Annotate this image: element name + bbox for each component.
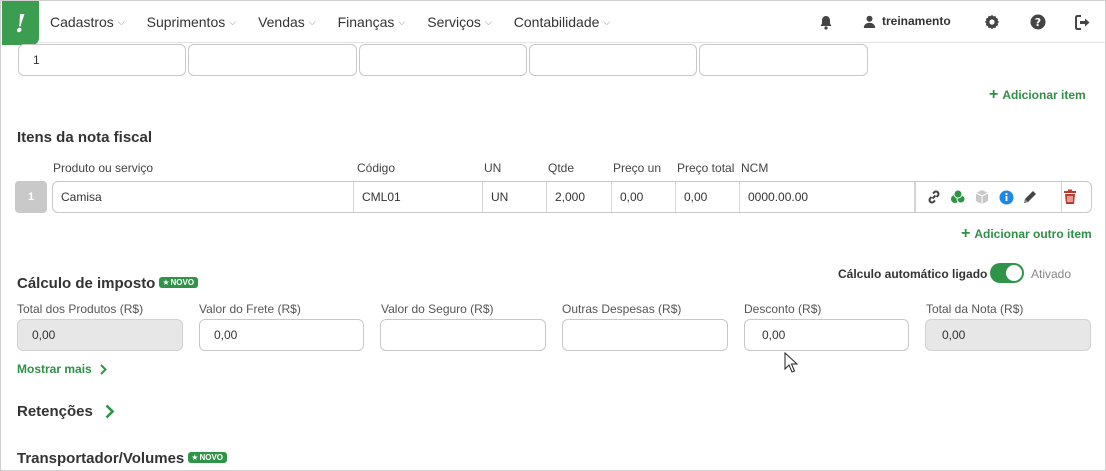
valor-frete-field[interactable]: 0,00 bbox=[199, 319, 364, 351]
auto-calc-toggle[interactable] bbox=[990, 263, 1024, 283]
label-valor-seguro: Valor do Seguro (R$) bbox=[381, 302, 494, 316]
link-icon[interactable] bbox=[925, 188, 943, 206]
user-icon bbox=[863, 15, 876, 28]
menu-contabilidade[interactable]: Contabilidade ⌵ bbox=[514, 14, 610, 30]
chevron-down-icon: ⌵ bbox=[398, 16, 406, 27]
menu-servicos[interactable]: Serviços ⌵ bbox=[427, 14, 492, 30]
svg-text:?: ? bbox=[1035, 16, 1041, 29]
cell-qtde[interactable]: 2,000 bbox=[547, 182, 612, 212]
top-field-4[interactable] bbox=[529, 44, 697, 76]
new-badge: ★ NOVO bbox=[188, 451, 227, 463]
label-desconto: Desconto (R$) bbox=[744, 302, 822, 316]
items-section-title: Itens da nota fiscal bbox=[17, 129, 153, 146]
mouse-cursor-icon bbox=[784, 351, 799, 376]
cell-preco-un[interactable]: 0,00 bbox=[612, 182, 676, 212]
label-valor-frete: Valor do Frete (R$) bbox=[199, 302, 301, 316]
add-other-item-button[interactable]: + Adicionar outro item bbox=[961, 226, 1092, 242]
coins-icon[interactable] bbox=[949, 188, 967, 206]
main-menu: Cadastros ⌵ Suprimentos ⌵ Vendas ⌵ Finanças… bbox=[50, 1, 632, 43]
trash-icon[interactable] bbox=[1061, 188, 1079, 206]
retencoes-section-header[interactable]: Retenções bbox=[17, 403, 114, 420]
top-navbar: ! Cadastros ⌵ Suprimentos ⌵ Vendas ⌵ Finanç… bbox=[1, 1, 1105, 45]
new-badge: ★ NOVO bbox=[159, 276, 199, 288]
user-menu[interactable]: treinamento bbox=[863, 14, 951, 28]
label-total-nota: Total da Nota (R$) bbox=[926, 302, 1024, 316]
top-field-5[interactable] bbox=[699, 44, 868, 76]
star-icon: ★ bbox=[191, 452, 199, 462]
top-field-2[interactable] bbox=[188, 44, 357, 76]
top-field-1[interactable]: 1 bbox=[18, 44, 186, 76]
plus-icon: + bbox=[961, 225, 971, 242]
tax-section-title: Cálculo de imposto ★ NOVO bbox=[17, 275, 199, 292]
table-row: Camisa CML01 UN 2,000 0,00 0,00 0000.00.… bbox=[52, 181, 1092, 213]
menu-vendas[interactable]: Vendas ⌵ bbox=[258, 14, 316, 30]
chevron-down-icon: ⌵ bbox=[308, 16, 316, 27]
col-preco-total: Preço total bbox=[677, 161, 735, 175]
cell-preco-total[interactable]: 0,00 bbox=[676, 182, 740, 212]
total-produtos-field: 0,00 bbox=[17, 319, 183, 351]
chevron-right-icon bbox=[105, 404, 114, 419]
menu-cadastros[interactable]: Cadastros ⌵ bbox=[50, 14, 125, 30]
star-icon: ★ bbox=[162, 277, 170, 287]
chevron-down-icon: ⌵ bbox=[484, 16, 492, 27]
label-outras-despesas: Outras Despesas (R$) bbox=[562, 302, 682, 316]
transportador-section-title: Transportador/Volumes ★ NOVO bbox=[17, 450, 227, 467]
help-icon[interactable]: ? bbox=[1029, 13, 1047, 31]
add-item-button[interactable]: + Adicionar item bbox=[989, 87, 1086, 103]
item-number-badge: 1 bbox=[15, 181, 47, 213]
top-field-3[interactable] bbox=[359, 44, 527, 76]
col-produto: Produto ou serviço bbox=[53, 161, 154, 175]
info-icon[interactable] bbox=[997, 188, 1015, 206]
chevron-right-icon bbox=[99, 363, 107, 375]
col-preco-un: Preço un bbox=[613, 161, 662, 175]
label-total-produtos: Total dos Produtos (R$) bbox=[17, 302, 144, 316]
desconto-field[interactable]: 0,00 bbox=[744, 319, 909, 351]
menu-suprimentos[interactable]: Suprimentos ⌵ bbox=[147, 14, 236, 30]
cell-produto[interactable]: Camisa bbox=[53, 182, 354, 212]
chevron-down-icon: ⌵ bbox=[117, 16, 125, 27]
bell-icon[interactable] bbox=[817, 13, 835, 31]
col-ncm: NCM bbox=[741, 161, 769, 175]
row-actions-divider bbox=[915, 182, 916, 212]
toggle-state-label: Ativado bbox=[1031, 267, 1072, 281]
box-icon[interactable] bbox=[973, 188, 991, 206]
chevron-down-icon: ⌵ bbox=[229, 16, 237, 27]
outras-despesas-field[interactable] bbox=[562, 319, 728, 351]
cell-un[interactable]: UN bbox=[483, 182, 547, 212]
valor-seguro-field[interactable] bbox=[380, 319, 546, 351]
username: treinamento bbox=[882, 14, 951, 28]
col-qtde: Qtde bbox=[548, 161, 575, 175]
auto-calc-label: Cálculo automático ligado bbox=[838, 267, 988, 281]
total-nota-field: 0,00 bbox=[925, 319, 1091, 351]
chevron-down-icon: ⌵ bbox=[603, 16, 611, 27]
menu-financas[interactable]: Finanças ⌵ bbox=[338, 14, 406, 30]
gear-icon[interactable] bbox=[983, 13, 1001, 31]
col-codigo: Código bbox=[357, 161, 396, 175]
cell-codigo[interactable]: CML01 bbox=[354, 182, 483, 212]
cell-ncm[interactable]: 0000.00.00 bbox=[740, 182, 915, 212]
col-un: UN bbox=[484, 161, 502, 175]
logout-icon[interactable] bbox=[1074, 13, 1092, 31]
pencil-icon[interactable] bbox=[1021, 188, 1039, 206]
show-more-link[interactable]: Mostrar mais bbox=[17, 362, 107, 376]
app-logo[interactable]: ! bbox=[2, 1, 39, 45]
plus-icon: + bbox=[989, 86, 999, 103]
